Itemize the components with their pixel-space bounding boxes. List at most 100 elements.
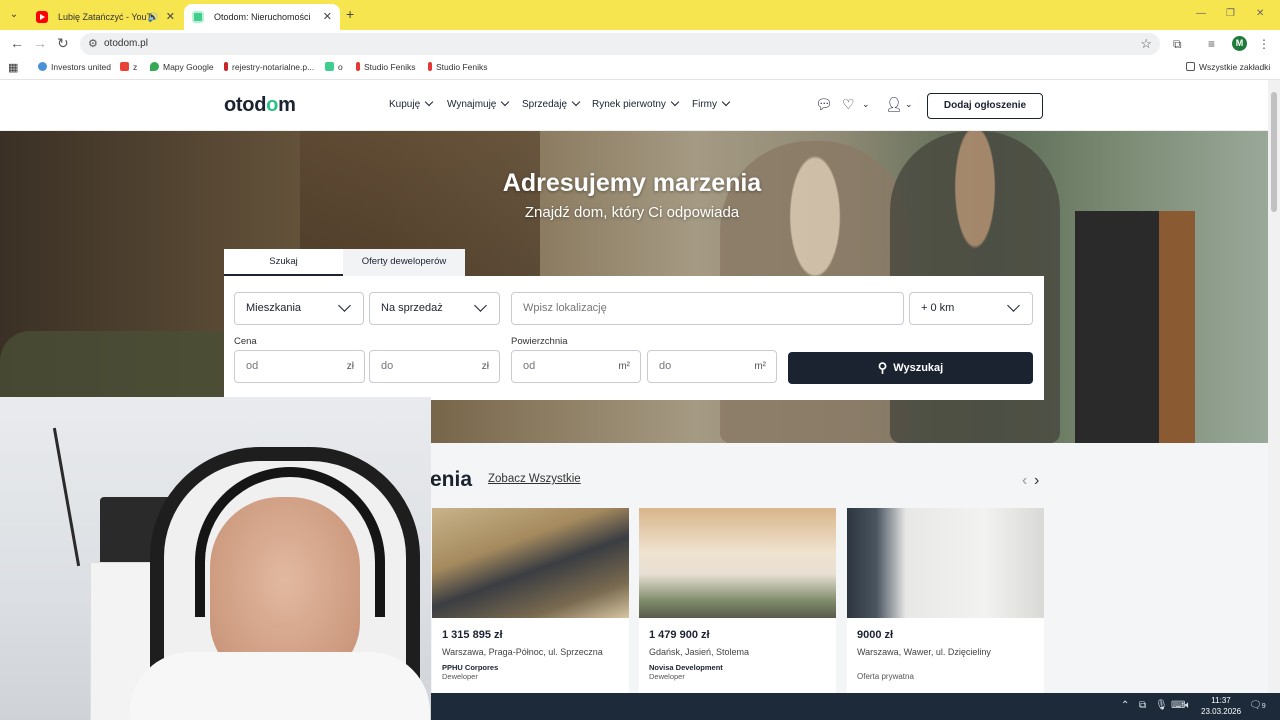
listing-type: Oferta prywatna — [857, 672, 914, 681]
menu-dots-icon[interactable]: ⋮ — [1258, 37, 1270, 51]
network-icon[interactable]: ⌨ — [1171, 700, 1185, 711]
omnibox[interactable]: ⚙ otodom.pl ☆ — [80, 33, 1160, 55]
transaction-type-select[interactable]: Na sprzedaż — [369, 292, 500, 325]
minimize-icon[interactable]: — — [1196, 8, 1206, 19]
otodom-logo[interactable]: otodom — [224, 94, 296, 117]
listing-address: Gdańsk, Jasień, Stolema — [649, 647, 750, 657]
currency-unit: zł — [346, 361, 354, 372]
tray-chevron-up-icon[interactable]: ⌃ — [1121, 700, 1129, 711]
logo-text: otodom — [224, 94, 296, 116]
new-tab-icon[interactable]: + — [346, 6, 354, 22]
page-scrollbar[interactable] — [1268, 80, 1280, 693]
feniks-icon — [428, 62, 432, 71]
reload-icon[interactable]: ↻ — [57, 35, 69, 52]
see-all-link[interactable]: Zobacz Wszystkie — [488, 473, 581, 485]
nav-firmy[interactable]: Firmy — [692, 97, 731, 110]
scrollbar-thumb[interactable] — [1271, 92, 1277, 212]
chevron-down-icon — [474, 299, 487, 312]
forward-icon[interactable]: → — [33, 35, 47, 51]
tab-title: Otodom: Nieruchomości, Miesz — [214, 12, 310, 22]
otodom-favicon-icon — [192, 11, 204, 23]
area-from-input[interactable]: od m² — [511, 350, 641, 383]
location-input[interactable]: Wpisz lokalizację — [511, 292, 904, 325]
folder-icon — [1186, 62, 1195, 71]
nav-label: Firmy — [692, 99, 717, 110]
tab-oferty-deweloperow[interactable]: Oferty deweloperów — [343, 249, 465, 276]
back-icon[interactable]: ← — [10, 35, 24, 51]
nav-wynajmuje[interactable]: Wynajmuję — [447, 97, 510, 110]
taskbar-clock[interactable]: 11:37 23.03.2026 — [1201, 695, 1241, 717]
price-to-input[interactable]: do zł — [369, 350, 500, 383]
carousel-prev-icon[interactable]: ‹ — [1022, 472, 1027, 490]
tab-title: Lubię Zatańczyć - YouTube — [58, 12, 154, 22]
nav-sprzedaje[interactable]: Sprzedaję — [522, 97, 581, 110]
microphone-icon[interactable]: 🎙︎ — [1155, 700, 1168, 711]
tray-app-icon[interactable]: ⧉ — [1139, 700, 1146, 711]
price-label: Cena — [234, 336, 257, 347]
listing-card[interactable]: 1 479 900 zł Gdańsk, Jasień, Stolema Nov… — [639, 508, 836, 693]
heart-icon[interactable]: ♡ — [842, 96, 855, 113]
tab-szukaj[interactable]: Szukaj — [224, 249, 343, 276]
site-header: otodom Kupuję Wynajmuję Sprzedaję Rynek … — [0, 80, 1268, 131]
nav-label: Kupuję — [389, 99, 421, 110]
media-control-icon[interactable]: ≡ — [1208, 37, 1215, 51]
tab-otodom[interactable]: Otodom: Nieruchomości, Miesz ✕ — [184, 4, 340, 30]
chevron-down-icon — [721, 97, 731, 107]
bookmark-star-icon[interactable]: ☆ — [1140, 36, 1152, 52]
property-type-select[interactable]: Mieszkania — [234, 292, 364, 325]
profile-avatar[interactable]: M — [1232, 36, 1247, 51]
listing-address: Warszawa, Wawer, ul. Dzięcieliny — [857, 647, 991, 657]
bookmark-mapy-google[interactable]: Mapy Google — [150, 62, 214, 72]
bookmark-investors-united[interactable]: Investors united — [38, 62, 111, 72]
close-tab-icon[interactable]: ✕ — [166, 4, 175, 30]
select-value: Mieszkania — [246, 302, 302, 314]
nav-label: Wynajmuję — [447, 99, 497, 110]
tab-youtube[interactable]: Lubię Zatańczyć - YouTube 🔊 ✕ — [28, 4, 183, 30]
bookmark-gmail[interactable]: z — [120, 62, 137, 72]
webcam-overlay — [0, 397, 431, 720]
close-tab-icon[interactable]: ✕ — [323, 4, 332, 30]
bookmark-studio-feniks[interactable]: Studio Feniks — [356, 62, 416, 72]
close-window-icon[interactable]: ✕ — [1256, 8, 1264, 19]
hero-title: Adresujemy marzenia — [502, 169, 762, 197]
volume-icon[interactable]: 🔈︎ — [1185, 700, 1191, 711]
extensions-icon[interactable]: ⧉ — [1173, 37, 1182, 52]
chevron-down-icon[interactable]: ⌄ — [862, 99, 870, 110]
notifications-icon[interactable]: 🗨︎9 — [1249, 700, 1266, 711]
bookmark-studio-feniks-2[interactable]: Studio Feniks — [428, 62, 488, 72]
listing-price: 9000 zł — [857, 629, 894, 641]
search-panel: Mieszkania Na sprzedaż Wpisz lokalizację… — [224, 276, 1044, 400]
speaker-image — [1075, 211, 1195, 443]
nav-rynek-pierwotny[interactable]: Rynek pierwotny — [592, 97, 680, 110]
listing-image — [639, 508, 836, 618]
carousel-next-icon[interactable]: › — [1034, 472, 1039, 490]
url-text[interactable]: otodom.pl — [104, 38, 148, 49]
listing-type: Deweloper — [649, 672, 685, 681]
price-from-input[interactable]: od zł — [234, 350, 365, 383]
section-title: enia — [430, 468, 473, 491]
bookmarks-bar: ▦ Investors united z Mapy Google rejestr… — [0, 58, 1280, 80]
tab-search-chevron-icon[interactable]: ⌄ — [6, 7, 22, 23]
listing-card[interactable]: 1 315 895 zł Warszawa, Praga-Północ, ul.… — [432, 508, 629, 693]
select-value: + 0 km — [921, 302, 955, 314]
search-button-label: Wyszukaj — [893, 362, 944, 374]
apps-grid-icon[interactable]: ▦ — [8, 61, 18, 74]
nav-label: Sprzedaję — [522, 99, 568, 110]
speaker-icon[interactable]: 🔊 — [148, 4, 159, 30]
add-listing-button[interactable]: Dodaj ogłoszenie — [927, 93, 1043, 119]
bookmark-o[interactable]: o — [325, 62, 343, 72]
listing-card[interactable]: 9000 zł Warszawa, Wawer, ul. Dzięcieliny… — [847, 508, 1044, 693]
all-bookmarks[interactable]: Wszystkie zakładki — [1186, 62, 1270, 72]
site-info-icon[interactable]: ⚙ — [88, 37, 98, 50]
placeholder: do — [659, 360, 672, 372]
user-icon[interactable]: 👤︎ — [885, 96, 903, 113]
chevron-down-icon[interactable]: ⌄ — [905, 99, 913, 110]
radius-select[interactable]: + 0 km — [909, 292, 1033, 325]
area-to-input[interactable]: do m² — [647, 350, 777, 383]
clock-date: 23.03.2026 — [1201, 707, 1242, 716]
maximize-icon[interactable]: ❐ — [1226, 8, 1235, 19]
chat-icon[interactable]: 💬︎ — [815, 96, 833, 113]
nav-kupuje[interactable]: Kupuję — [389, 97, 434, 110]
bookmark-rejestry[interactable]: rejestry-notarialne.p... — [224, 62, 314, 72]
search-button[interactable]: ⚲ Wyszukaj — [788, 352, 1033, 384]
